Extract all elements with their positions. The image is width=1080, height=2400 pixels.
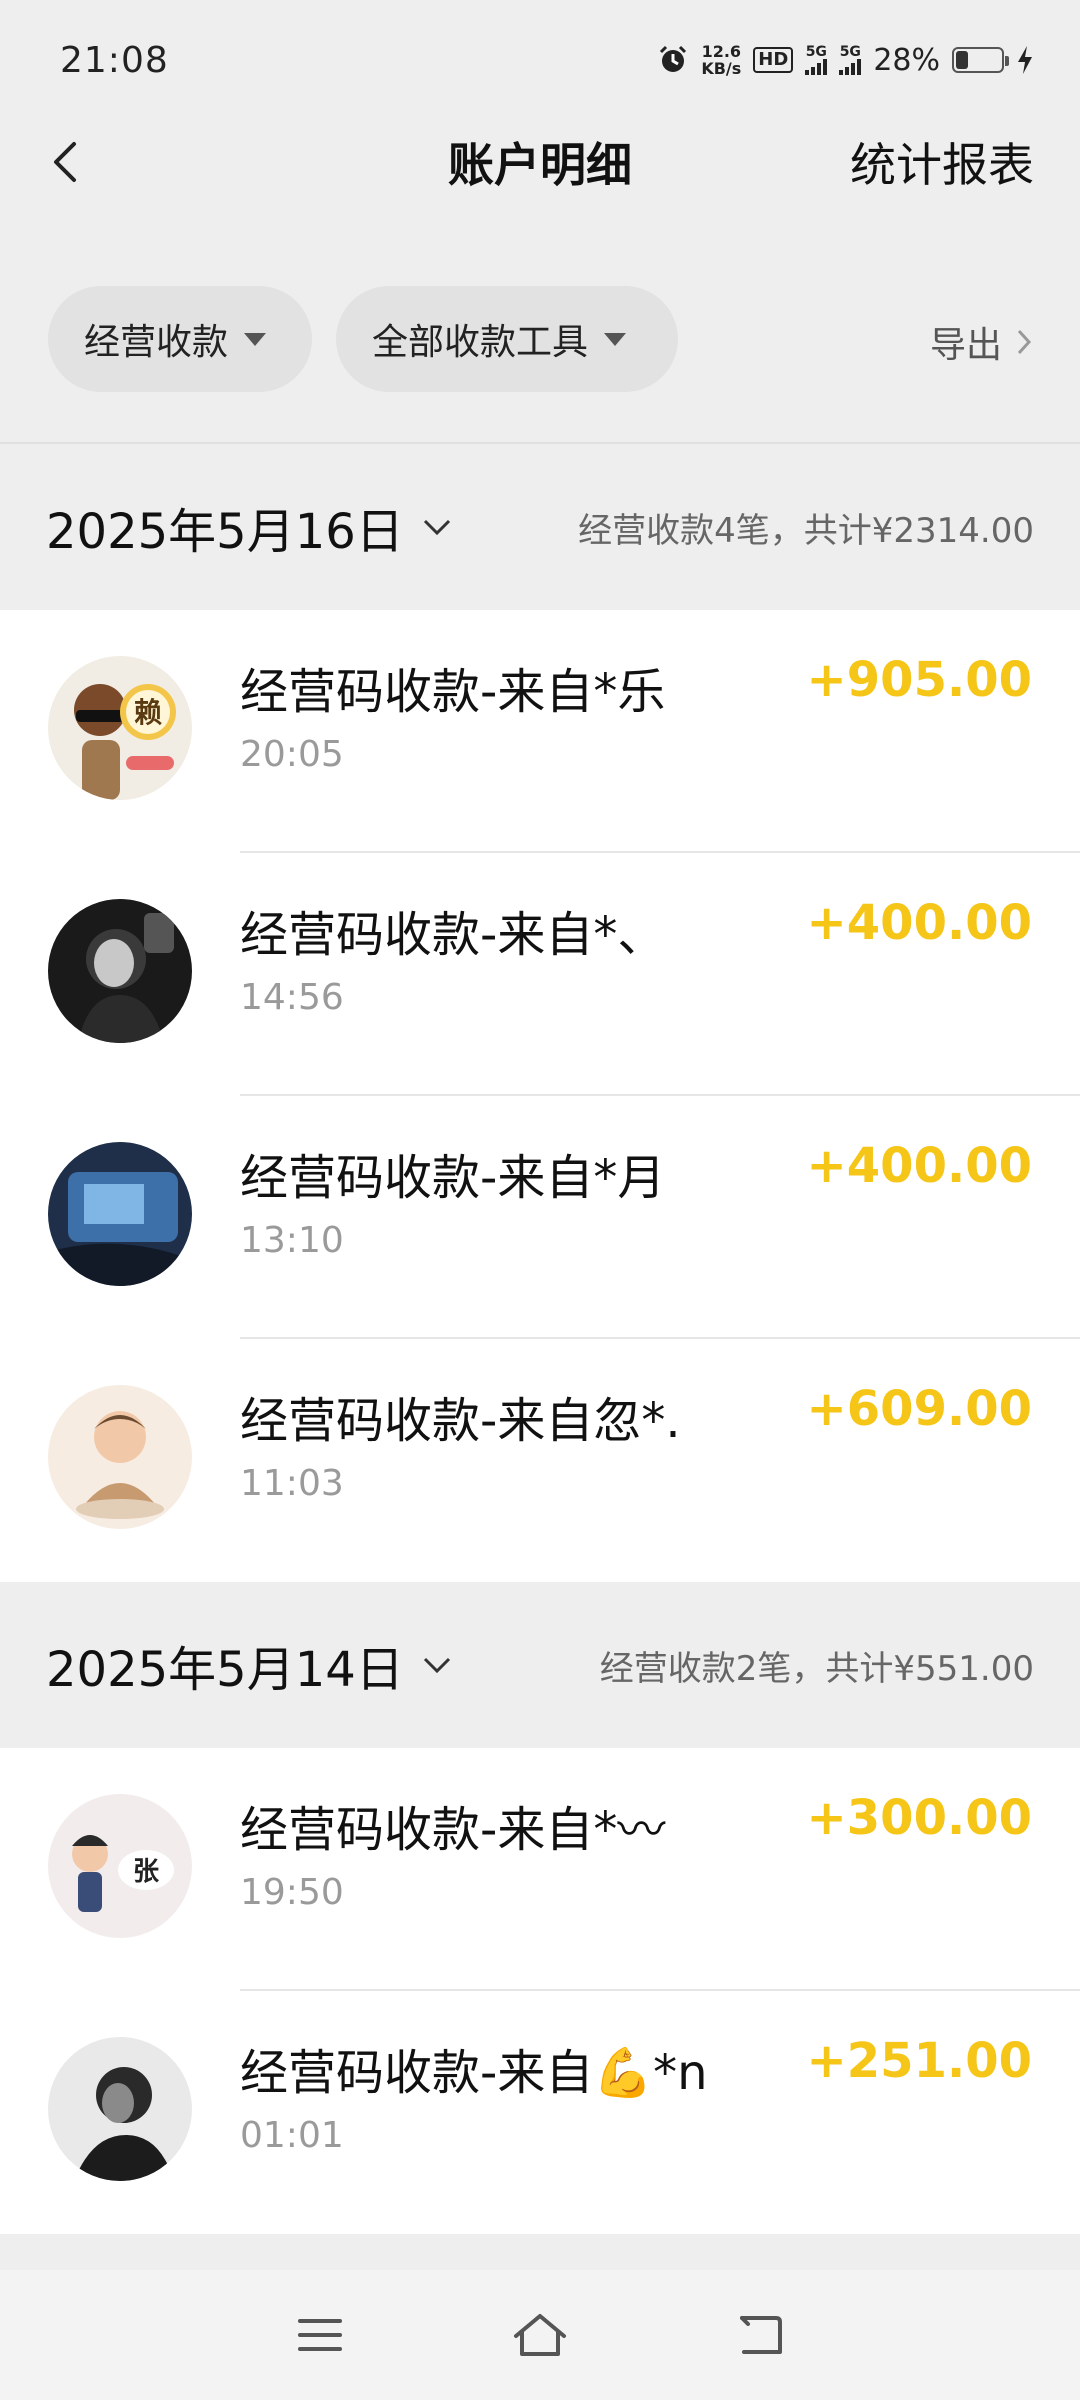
transaction-title: 经营码收款-来自💪*n bbox=[240, 2045, 708, 2101]
transaction-amount: +609.00 bbox=[806, 1381, 1032, 1437]
date-summary: 经营收款2笔，共计¥551.00 bbox=[599, 1648, 1034, 1689]
transaction-row[interactable]: 经营码收款-来自*月 13:10 +400.00 bbox=[0, 1096, 1080, 1339]
transaction-amount: +905.00 bbox=[806, 652, 1032, 708]
home-icon bbox=[514, 2314, 566, 2356]
transaction-time: 14:56 bbox=[240, 977, 344, 1018]
date-group-header: 2025年5月14日 经营收款2笔，共计¥551.00 bbox=[0, 1582, 1080, 1748]
network-speed: 12.6 KB/s bbox=[701, 42, 742, 78]
statistics-report-link[interactable]: 统计报表 bbox=[850, 129, 1034, 195]
avatar bbox=[48, 2037, 192, 2181]
transaction-row[interactable]: 经营码收款-来自忽*. 11:03 +609.00 bbox=[0, 1339, 1080, 1582]
avatar: 张 bbox=[48, 1794, 192, 1938]
transaction-row[interactable]: 张 经营码收款-来自*〰 19:50 +300.00 bbox=[0, 1748, 1080, 1991]
transaction-amount: +400.00 bbox=[806, 1138, 1032, 1194]
back-nav-icon bbox=[740, 2316, 782, 2354]
transaction-amount: +400.00 bbox=[806, 895, 1032, 951]
status-bar: 21:08 12.6 KB/s HD 5G 5G 28% bbox=[0, 0, 1080, 120]
chevron-down-icon bbox=[423, 1657, 450, 1674]
charging-icon bbox=[1018, 46, 1032, 74]
transaction-title: 经营码收款-来自*、 bbox=[240, 907, 666, 963]
transaction-amount: +300.00 bbox=[806, 1790, 1032, 1846]
date-summary: 经营收款4笔，共计¥2314.00 bbox=[578, 510, 1034, 551]
transaction-list: 张 经营码收款-来自*〰 19:50 +300.00 经营码收款-来自💪*n 0… bbox=[0, 1748, 1080, 2234]
back-button[interactable] bbox=[730, 2305, 790, 2365]
menu-icon bbox=[298, 2319, 342, 2351]
date-label: 2025年5月14日 bbox=[46, 1642, 404, 1698]
transaction-row[interactable]: 赖 经营码收款-来自*乐 20:05 +905.00 bbox=[0, 610, 1080, 853]
transaction-time: 20:05 bbox=[240, 734, 344, 775]
date-selector[interactable]: 2025年5月14日 bbox=[46, 1630, 452, 1700]
date-group-header: 2025年5月16日 经营收款4笔，共计¥2314.00 bbox=[0, 444, 1080, 610]
alarm-icon bbox=[660, 45, 687, 72]
system-navigation-bar bbox=[0, 2270, 1080, 2400]
avatar bbox=[48, 1385, 192, 1529]
hd-icon: HD bbox=[753, 47, 794, 73]
transaction-list: 赖 经营码收款-来自*乐 20:05 +905.00 经营码收款-来自*、 14… bbox=[0, 610, 1080, 1582]
status-time: 21:08 bbox=[60, 39, 169, 81]
signal-icon-2: 5G bbox=[839, 45, 862, 75]
transaction-title: 经营码收款-来自忽*. bbox=[240, 1393, 681, 1449]
avatar: 赖 bbox=[48, 656, 192, 800]
signal-icon-1: 5G bbox=[805, 45, 828, 75]
chevron-down-icon bbox=[423, 519, 450, 536]
transaction-time: 11:03 bbox=[240, 1463, 344, 1504]
app-header: 账户明细 统计报表 bbox=[0, 120, 1080, 204]
battery-icon bbox=[952, 47, 1009, 73]
menu-button[interactable] bbox=[290, 2305, 350, 2365]
svg-text:张: 张 bbox=[133, 1857, 160, 1887]
export-button[interactable]: 导出 bbox=[930, 316, 1032, 368]
svg-text:赖: 赖 bbox=[134, 696, 162, 729]
date-selector[interactable]: 2025年5月16日 bbox=[46, 492, 452, 562]
payment-tool-filter[interactable]: 全部收款工具 bbox=[336, 286, 678, 392]
home-button[interactable] bbox=[510, 2305, 570, 2365]
caret-down-icon bbox=[604, 332, 627, 346]
export-label: 导出 bbox=[929, 325, 1002, 366]
date-label: 2025年5月16日 bbox=[46, 504, 404, 560]
transaction-time: 19:50 bbox=[240, 1872, 344, 1913]
status-icons: 12.6 KB/s HD 5G 5G 28% bbox=[657, 43, 1034, 78]
battery-percent: 28% bbox=[873, 42, 940, 78]
transaction-time: 13:10 bbox=[240, 1220, 344, 1261]
caret-down-icon bbox=[244, 332, 267, 346]
transaction-time: 01:01 bbox=[240, 2115, 344, 2156]
transaction-title: 经营码收款-来自*月 bbox=[240, 1150, 666, 1206]
avatar bbox=[48, 899, 192, 1043]
payment-type-label: 经营收款 bbox=[84, 322, 229, 363]
filter-row: 经营收款 全部收款工具 导出 bbox=[0, 286, 1080, 392]
chevron-right-icon bbox=[1017, 329, 1032, 355]
transaction-amount: +251.00 bbox=[806, 2033, 1032, 2089]
transaction-row[interactable]: 经营码收款-来自*、 14:56 +400.00 bbox=[0, 853, 1080, 1096]
avatar bbox=[48, 1142, 192, 1286]
payment-type-filter[interactable]: 经营收款 bbox=[48, 286, 312, 392]
payment-tool-label: 全部收款工具 bbox=[372, 322, 589, 363]
transaction-row[interactable]: 经营码收款-来自💪*n 01:01 +251.00 bbox=[0, 1991, 1080, 2234]
transaction-title: 经营码收款-来自*〰 bbox=[240, 1802, 666, 1858]
transaction-title: 经营码收款-来自*乐 bbox=[240, 664, 666, 720]
